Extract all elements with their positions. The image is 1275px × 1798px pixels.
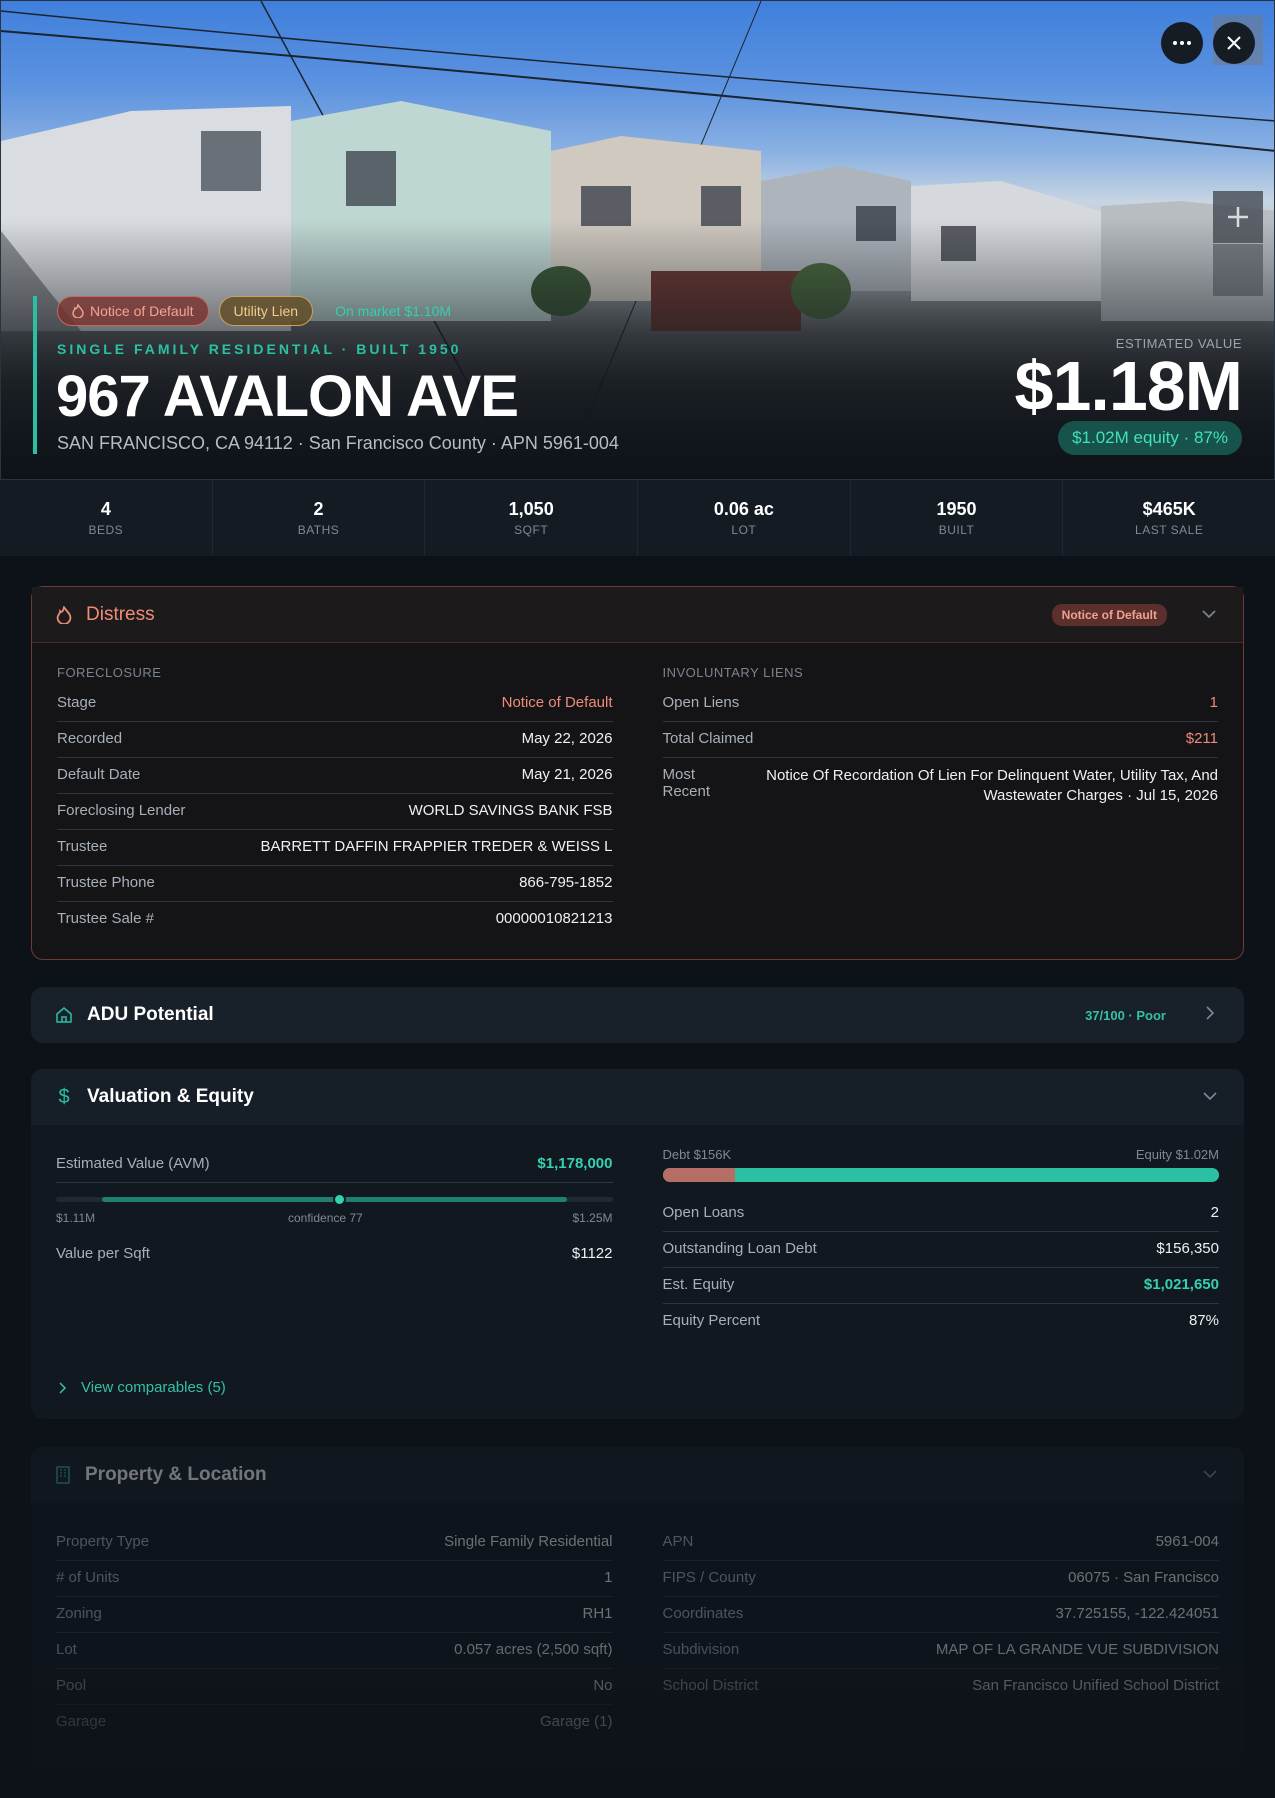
table-row: School District San Francisco Unified Sch… bbox=[662, 1677, 1220, 1694]
stat-last-sale: $465K LAST SALE bbox=[1135, 499, 1204, 537]
valuation-title: Valuation & Equity bbox=[87, 1086, 254, 1107]
distress-panel: Distress Notice of Default FORECLOSURE S… bbox=[31, 586, 1244, 960]
valuation-equity-panel: $ Valuation & Equity Estimated Value (AV… bbox=[31, 1069, 1244, 1419]
table-row: FIPS / County 06075 · San Francisco bbox=[662, 1561, 1219, 1597]
table-row: Zoning RH1 bbox=[56, 1597, 613, 1633]
table-row: Outstanding Loan Debt $156,350 bbox=[662, 1232, 1219, 1268]
property-stats-bar: 4 BEDS 2 BATHS 1,050 SQFT 0.06 ac LOT 19… bbox=[0, 480, 1275, 556]
adu-score: 37/100 · Poor bbox=[1085, 1007, 1166, 1023]
property-title: Property & Location bbox=[85, 1464, 267, 1485]
location-details: APN 5961-004 FIPS / County 06075 · San Fra… bbox=[662, 1525, 1220, 1741]
table-row: Open Liens 1 bbox=[662, 686, 1218, 722]
zoom-in-button[interactable] bbox=[1213, 191, 1263, 243]
table-row: Stage Notice of Default bbox=[57, 686, 613, 722]
flame-icon bbox=[56, 605, 72, 624]
chevron-right-icon bbox=[59, 1382, 67, 1394]
property-subtitle: SINGLE FAMILY RESIDENTIAL · BUILT 1950 bbox=[57, 341, 462, 357]
table-row: Garage Garage (1) bbox=[56, 1713, 613, 1730]
home-icon bbox=[56, 1007, 72, 1023]
valuation-header[interactable]: $ Valuation & Equity bbox=[31, 1069, 1244, 1125]
estimated-value: $1.18M bbox=[1014, 347, 1243, 425]
plus-icon bbox=[1228, 207, 1248, 227]
stat-lot: 0.06 ac LOT bbox=[638, 480, 851, 556]
table-row: APN 5961-004 bbox=[662, 1525, 1219, 1561]
distress-title: Distress bbox=[86, 603, 155, 625]
stat-built: 1950 BUILT bbox=[851, 480, 1064, 556]
status-badge: Notice of Default bbox=[1051, 603, 1167, 626]
property-details: Property Type Single Family Residential #… bbox=[56, 1525, 613, 1741]
property-header[interactable]: Property & Location bbox=[31, 1447, 1244, 1503]
table-row: Foreclosing Lender WORLD SAVINGS BANK FSB bbox=[57, 794, 613, 830]
foreclosure-section: FORECLOSURE Stage Notice of Default Recor… bbox=[57, 665, 613, 938]
equity-label: Equity $1.02M bbox=[1135, 1147, 1219, 1162]
property-location: SAN FRANCISCO, CA 94112 · San Francisco … bbox=[57, 433, 619, 453]
table-row: Default Date May 21, 2026 bbox=[57, 758, 613, 794]
chevron-down-icon[interactable] bbox=[1199, 606, 1219, 624]
stat-beds: 4 BEDS bbox=[0, 480, 213, 556]
table-row: Trustee BARRETT DAFFIN FRAPPIER TREDER & … bbox=[57, 830, 613, 866]
avm-row: Estimated Value (AVM) $1,178,000 bbox=[56, 1147, 613, 1183]
range-marker bbox=[333, 1193, 346, 1206]
property-photo-hero: Notice of Default Utility Lien On market… bbox=[0, 0, 1275, 480]
chevron-down-icon[interactable] bbox=[1200, 1466, 1220, 1484]
loan-section: Debt $156K Equity $1.02M Open Loans 2 Outs… bbox=[662, 1147, 1220, 1340]
table-row: Subdivision MAP OF LA GRANDE VUE SUBDIVIS… bbox=[662, 1633, 1219, 1669]
chevron-down-icon[interactable] bbox=[1200, 1088, 1220, 1106]
stat-sqft: 1,050 SQFT bbox=[425, 480, 639, 556]
on-market-chip: On market $1.10M bbox=[335, 303, 452, 319]
close-icon bbox=[1227, 36, 1241, 50]
table-row: Trustee Sale #00000010821213 bbox=[57, 910, 613, 927]
building-icon bbox=[56, 1466, 70, 1484]
debt-fill bbox=[662, 1168, 735, 1182]
avm-section: Estimated Value (AVM) $1,178,000 $1.11M c… bbox=[56, 1147, 613, 1340]
table-row: Most Recent Notice Of Recordation Of Lien… bbox=[662, 766, 1219, 804]
stat-baths: 2 BATHS bbox=[213, 480, 426, 556]
debt-label: Debt $156K bbox=[662, 1147, 732, 1162]
table-row: Lot 0.057 acres (2,500 sqft) bbox=[56, 1633, 613, 1669]
table-row: Equity Percent 87% bbox=[662, 1312, 1220, 1329]
table-row: Property Type Single Family Residential bbox=[56, 1525, 613, 1561]
status-chips: Notice of Default Utility Lien On market… bbox=[57, 296, 463, 326]
flame-icon bbox=[72, 304, 84, 318]
table-row: Est. Equity $1,021,650 bbox=[662, 1268, 1219, 1304]
close-button[interactable] bbox=[1213, 22, 1255, 64]
dollar-icon: $ bbox=[58, 1085, 70, 1108]
distress-header[interactable]: Distress Notice of Default bbox=[32, 587, 1243, 643]
ellipsis-icon bbox=[1173, 41, 1191, 45]
zoom-out-button[interactable] bbox=[1213, 244, 1263, 296]
table-row: Pool No bbox=[56, 1669, 613, 1705]
chevron-right-icon[interactable] bbox=[1200, 1005, 1220, 1025]
property-location-panel: Property & Location Property Type Single … bbox=[31, 1447, 1244, 1798]
adu-title: ADU Potential bbox=[87, 1004, 214, 1025]
value-per-sqft-row: Value per Sqft $1122 bbox=[56, 1245, 613, 1262]
property-address: 967 AVALON AVE bbox=[56, 364, 519, 429]
table-row: Coordinates 37.725155, -122.424051 bbox=[662, 1597, 1219, 1633]
table-row: Total Claimed $211 bbox=[662, 722, 1218, 758]
utility-lien-chip: Utility Lien bbox=[218, 296, 314, 326]
adu-potential-panel[interactable]: ADU Potential 37/100 · Poor bbox=[31, 987, 1244, 1043]
involuntary-liens-section: INVOLUNTARY LIENS Open Liens 1 Total Clai… bbox=[662, 665, 1219, 804]
table-row: Open Loans 2 bbox=[662, 1196, 1219, 1232]
notice-of-default-chip: Notice of Default bbox=[57, 296, 209, 326]
table-row: # of Units 1 bbox=[56, 1561, 613, 1597]
debt-equity-bar bbox=[662, 1168, 1219, 1182]
table-row: Trustee Phone 866-795-1852 bbox=[57, 866, 613, 902]
more-options-button[interactable] bbox=[1161, 22, 1203, 64]
table-row: Recorded May 22, 2026 bbox=[57, 722, 613, 758]
confidence-range: $1.11M confidence 77 $1.25M bbox=[56, 1193, 613, 1233]
equity-badge: $1.02M equity · 87% bbox=[1058, 421, 1242, 455]
view-comparables-link[interactable]: View comparables (5) bbox=[59, 1379, 226, 1396]
